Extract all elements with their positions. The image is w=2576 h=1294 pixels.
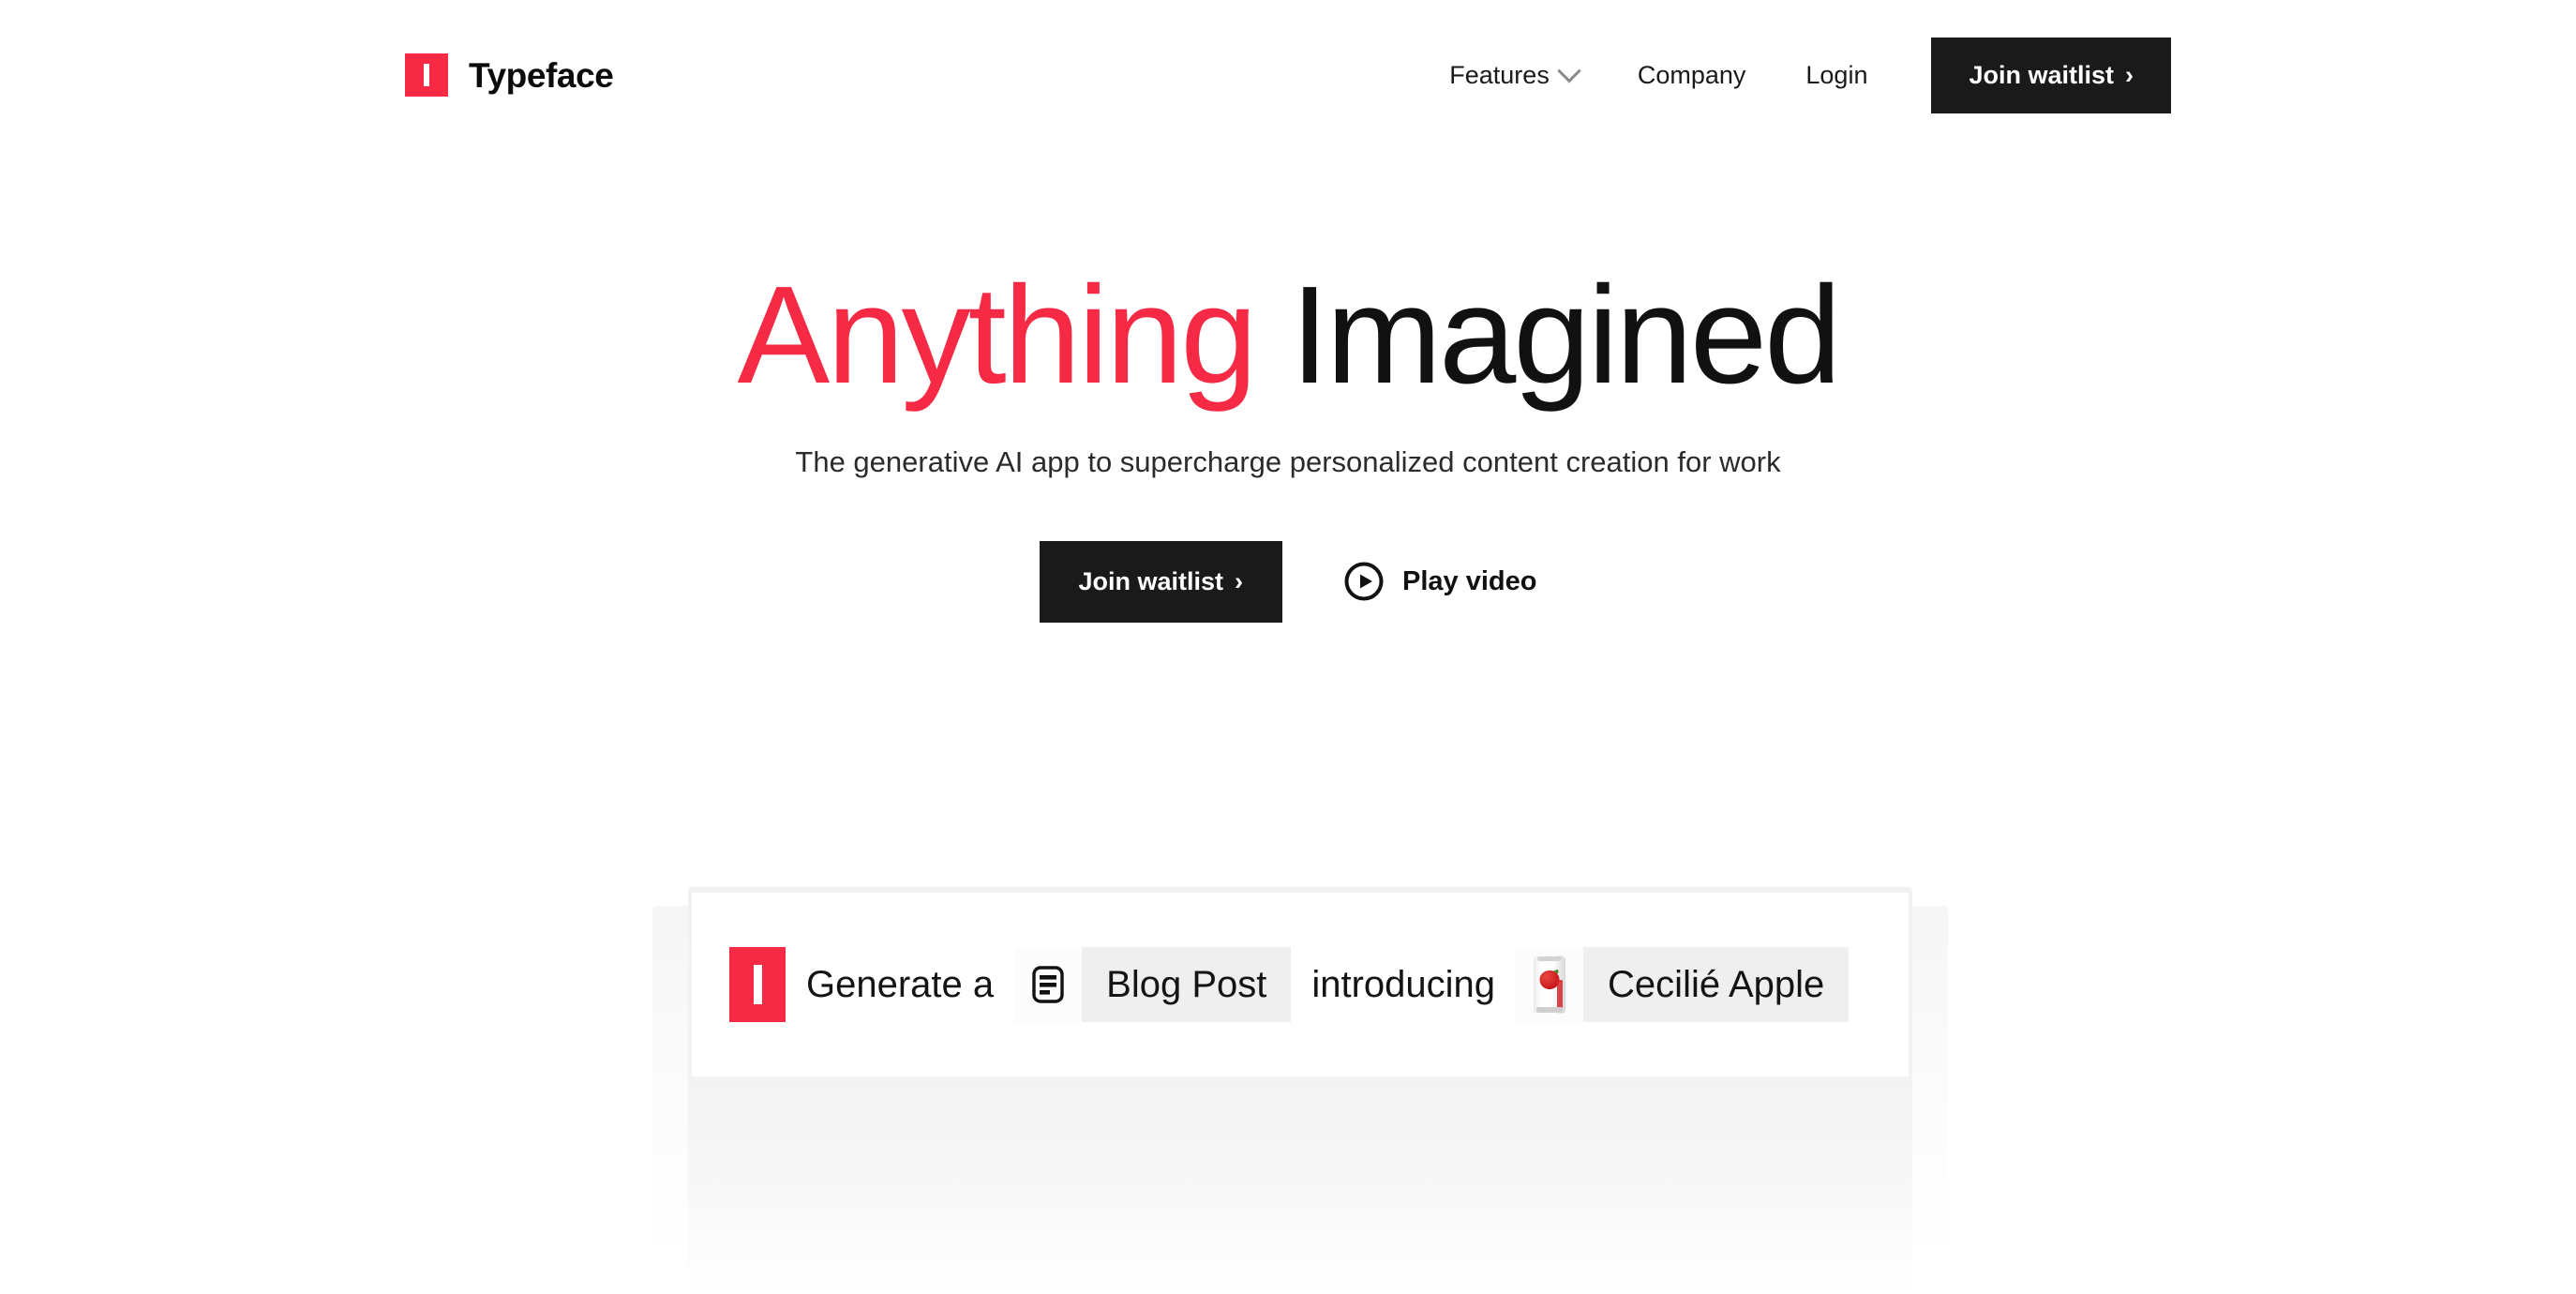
chevron-right-icon: › — [2125, 60, 2134, 89]
header-join-waitlist-button[interactable]: Join waitlist › — [1931, 37, 2171, 113]
header-join-waitlist-label: Join waitlist — [1969, 60, 2114, 89]
chevron-right-icon: › — [1235, 566, 1244, 595]
chip-content-type-label: Blog Post — [1082, 947, 1292, 1022]
chip-product-label: Cecilié Apple — [1583, 947, 1850, 1022]
page-title: Anything Imagined — [0, 150, 2576, 408]
product-preview: Generate a Blog Post introducing Cecilié… — [0, 872, 2576, 1294]
prompt-typeface-logo-icon — [729, 947, 786, 1022]
nav-item-features[interactable]: Features — [1419, 59, 1608, 89]
hero-join-waitlist-button[interactable]: Join waitlist › — [1039, 540, 1283, 623]
document-icon — [1014, 947, 1083, 1022]
hero-join-waitlist-label: Join waitlist — [1078, 566, 1224, 595]
chip-product[interactable]: Cecilié Apple — [1516, 947, 1850, 1022]
brand-name: Typeface — [469, 55, 614, 95]
nav-item-company[interactable]: Company — [1608, 60, 1776, 89]
nav-item-login-label: Login — [1805, 60, 1868, 89]
chip-content-type[interactable]: Blog Post — [1014, 947, 1292, 1022]
hero-actions: Join waitlist › Play video — [0, 540, 2576, 623]
play-video-label: Play video — [1402, 565, 1537, 596]
site-header: Typeface Features Company Login Join wai… — [0, 0, 2576, 150]
prompt-lead-text: Generate a — [806, 964, 995, 1005]
hero-section: Anything Imagined The generative AI app … — [0, 150, 2576, 623]
typeface-logo-icon — [405, 53, 448, 97]
page-title-rest: Imagined — [1254, 258, 1842, 413]
play-video-button[interactable]: Play video — [1344, 562, 1537, 601]
nav-item-company-label: Company — [1637, 60, 1746, 89]
nav-item-login[interactable]: Login — [1775, 60, 1897, 89]
hero-subtitle: The generative AI app to supercharge per… — [795, 445, 1781, 479]
page-title-accent: Anything — [737, 258, 1258, 413]
brand-logo[interactable]: Typeface — [405, 53, 614, 97]
product-can-thumbnail-icon — [1516, 947, 1584, 1022]
prompt-bar[interactable]: Generate a Blog Post introducing Cecilié… — [692, 893, 1909, 1076]
play-circle-icon — [1344, 562, 1384, 601]
primary-nav: Features Company Login Join waitlist › — [1419, 37, 2171, 113]
prompt-middle-text: introducing — [1311, 964, 1496, 1005]
nav-item-features-label: Features — [1449, 60, 1550, 89]
chevron-down-icon — [1557, 59, 1581, 83]
